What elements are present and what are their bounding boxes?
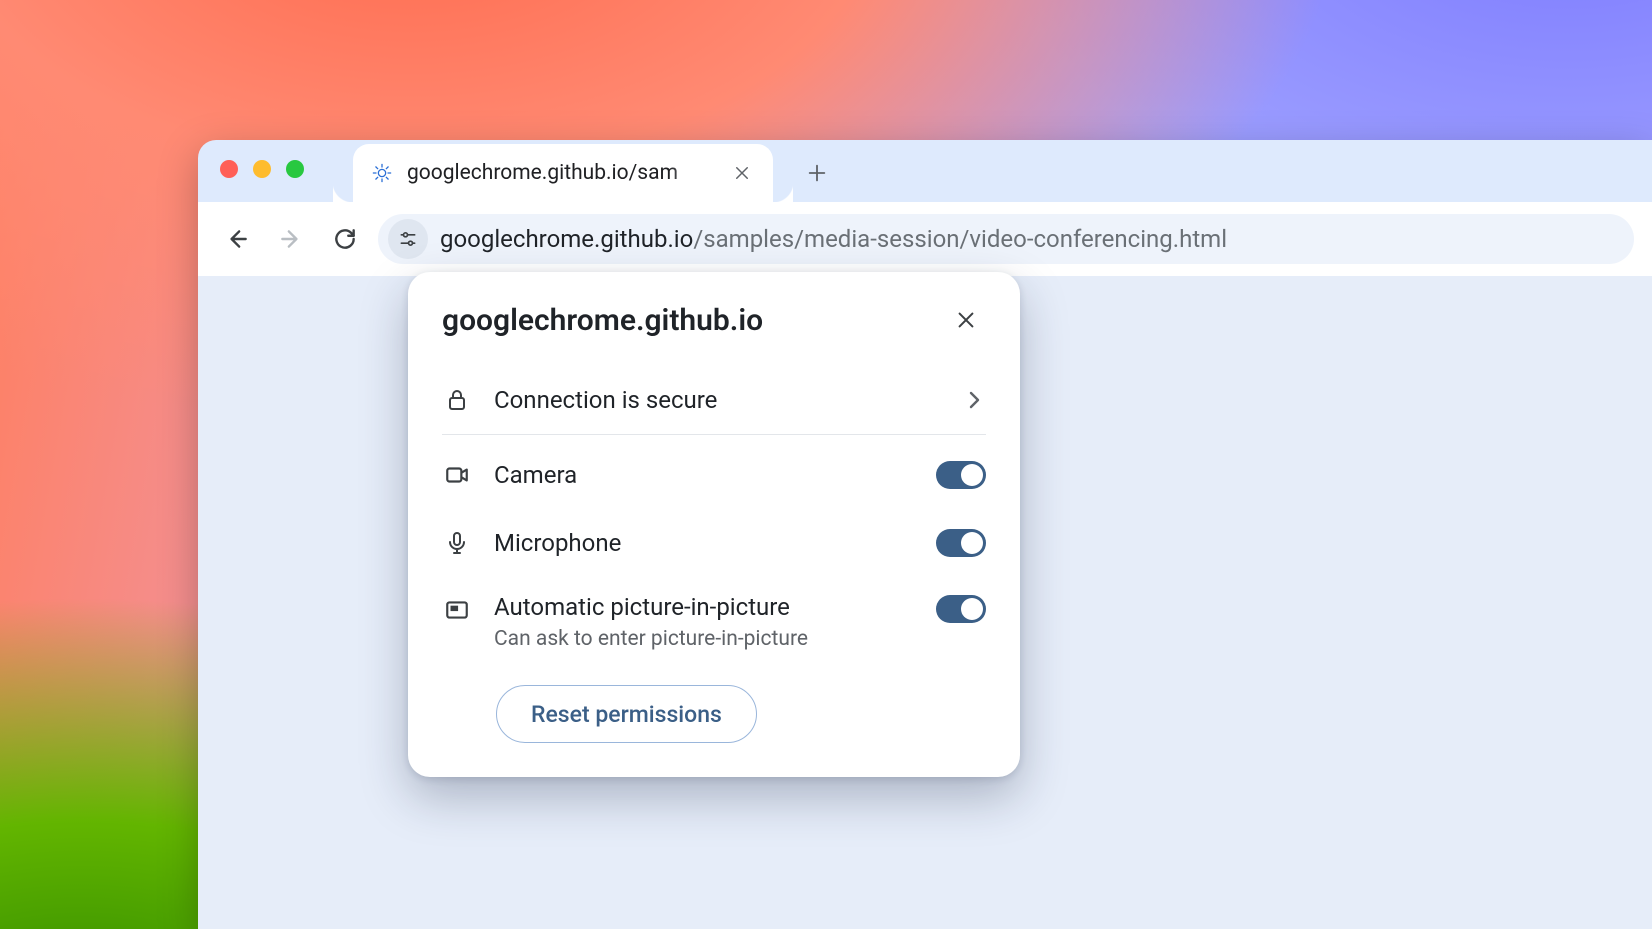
tab-title: googlechrome.github.io/sam xyxy=(407,161,715,185)
site-info-popup: googlechrome.github.io Connection is sec… xyxy=(408,272,1020,777)
connection-secure-row[interactable]: Connection is secure xyxy=(442,366,986,435)
pip-icon xyxy=(442,597,472,623)
pip-label: Automatic picture-in-picture Can ask to … xyxy=(494,593,914,651)
window-zoom-button[interactable] xyxy=(286,160,304,178)
microphone-icon xyxy=(442,531,472,555)
microphone-label: Microphone xyxy=(494,529,914,557)
reset-permissions-button[interactable]: Reset permissions xyxy=(496,685,757,743)
back-button[interactable] xyxy=(216,218,258,260)
window-controls xyxy=(220,160,304,178)
camera-toggle[interactable] xyxy=(936,461,986,489)
permission-row-pip: Automatic picture-in-picture Can ask to … xyxy=(442,577,986,671)
permission-row-camera: Camera xyxy=(442,441,986,509)
url-path: /samples/media-session/video-conferencin… xyxy=(693,225,1227,253)
toolbar: googlechrome.github.io/samples/media-ses… xyxy=(198,202,1652,276)
lock-icon xyxy=(442,388,472,412)
tab-strip: googlechrome.github.io/sam xyxy=(198,140,1652,202)
permission-row-microphone: Microphone xyxy=(442,509,986,577)
address-bar[interactable]: googlechrome.github.io/samples/media-ses… xyxy=(378,214,1634,264)
tab-close-button[interactable] xyxy=(729,160,755,186)
browser-window: googlechrome.github.io/sam googlechrome.… xyxy=(198,140,1652,929)
new-tab-button[interactable] xyxy=(798,154,836,192)
tab-favicon xyxy=(371,162,393,184)
forward-button[interactable] xyxy=(270,218,312,260)
microphone-toggle[interactable] xyxy=(936,529,986,557)
reload-button[interactable] xyxy=(324,218,366,260)
popup-site-name: googlechrome.github.io xyxy=(442,303,763,338)
connection-secure-label: Connection is secure xyxy=(494,386,940,414)
url-host: googlechrome.github.io xyxy=(440,225,693,253)
pip-toggle[interactable] xyxy=(936,595,986,623)
camera-icon xyxy=(442,462,472,488)
camera-label: Camera xyxy=(494,461,914,489)
url-text: googlechrome.github.io/samples/media-ses… xyxy=(440,225,1227,253)
page-content: googlechrome.github.io Connection is sec… xyxy=(198,276,1652,929)
popup-close-button[interactable] xyxy=(946,300,986,340)
chevron-right-icon xyxy=(962,388,986,412)
window-minimize-button[interactable] xyxy=(253,160,271,178)
browser-tab[interactable]: googlechrome.github.io/sam xyxy=(353,144,773,202)
window-close-button[interactable] xyxy=(220,160,238,178)
pip-sublabel: Can ask to enter picture-in-picture xyxy=(494,627,914,651)
site-info-button[interactable] xyxy=(388,219,428,259)
